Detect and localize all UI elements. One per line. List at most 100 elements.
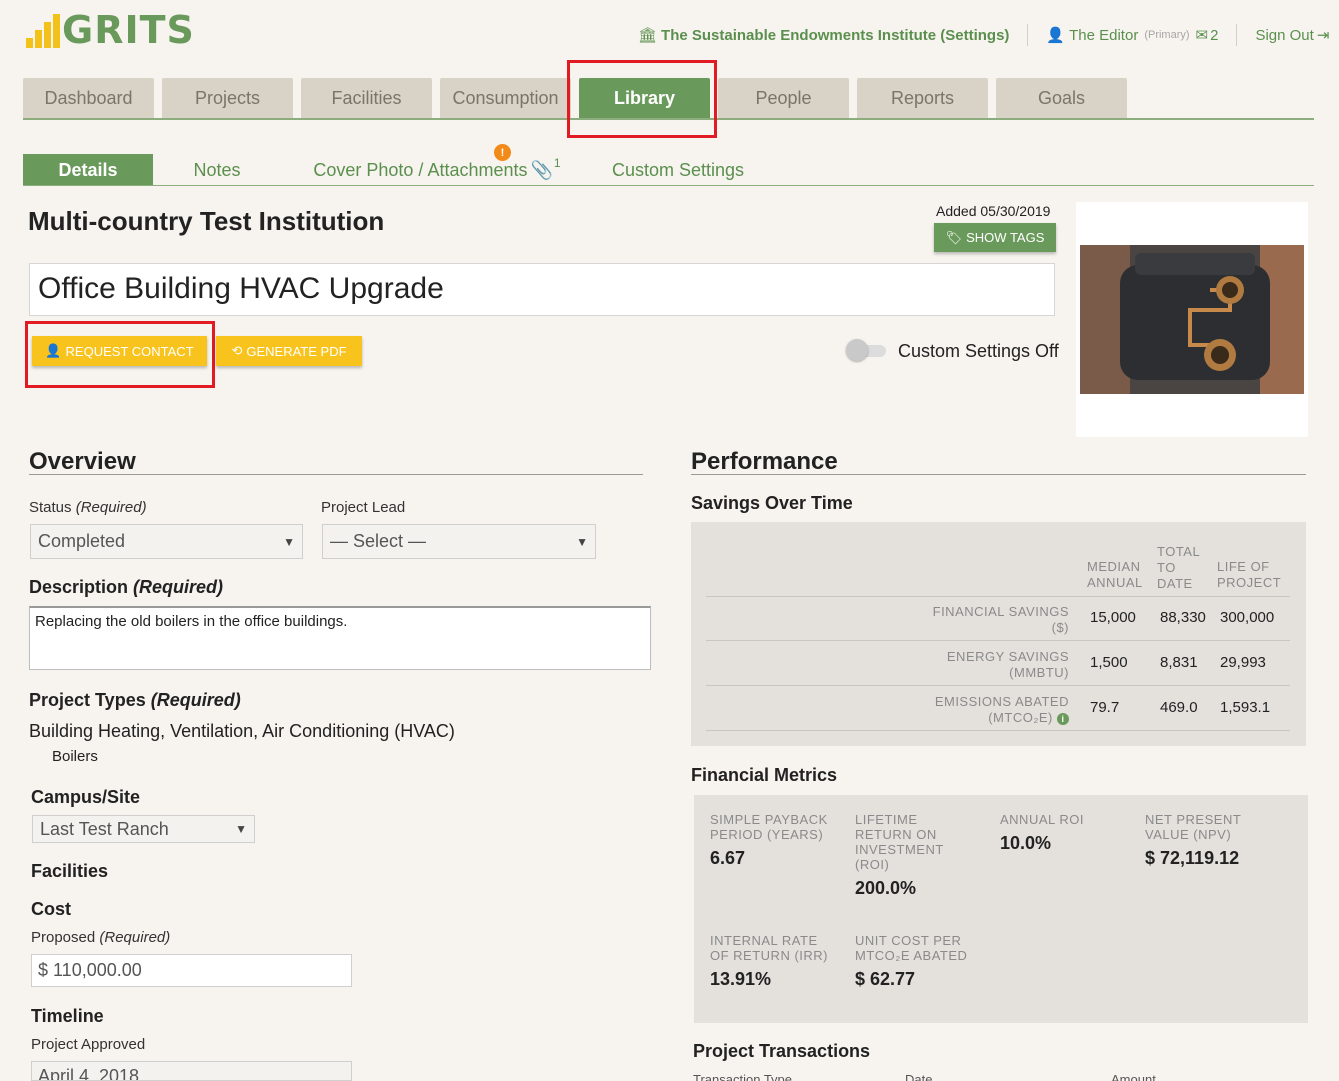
facilities-label: Facilities (31, 861, 109, 881)
logo-text: GRITS (62, 8, 195, 52)
generate-pdf-button[interactable]: ⟲ GENERATE PDF (216, 336, 362, 366)
transactions-header: Transaction Type Date Amount (693, 1072, 1308, 1081)
performance-title: Performance (691, 448, 838, 475)
refresh-icon: ⟲ (231, 343, 243, 358)
project-types-label: Project Types (Required) (29, 690, 241, 710)
financial-metrics-panel: SIMPLE PAYBACK PERIOD (YEARS) 6.67 LIFETI… (694, 795, 1308, 1023)
savings-over-time-title: Savings Over Time (691, 493, 853, 513)
proposed-label: Proposed (Required) (31, 929, 171, 946)
energy-savings-total: 8,831 (1160, 654, 1198, 671)
emissions-abated-median: 79.7 (1090, 699, 1120, 716)
tab-dashboard[interactable]: Dashboard (23, 78, 154, 118)
status-label: Status (Required) (29, 499, 147, 516)
financial-metrics-title: Financial Metrics (691, 765, 838, 785)
attachments-count: 1 (553, 156, 561, 170)
chevron-down-icon: ▼ (235, 822, 247, 836)
metric-simple-payback: SIMPLE PAYBACK PERIOD (YEARS) 6.67 (710, 812, 828, 868)
show-tags-label: SHOW TAGS (966, 230, 1045, 245)
chevron-down-icon: ▼ (283, 534, 295, 549)
tab-reports[interactable]: Reports (857, 78, 988, 118)
subtab-notes[interactable]: Notes (153, 154, 281, 186)
sub-tabs-underline (23, 185, 1314, 186)
description-textarea[interactable]: Replacing the old boilers in the office … (29, 606, 651, 670)
metric-irr: INTERNAL RATE OF RETURN (IRR) 13.91% (710, 933, 828, 989)
financial-savings-label: FINANCIAL SAVINGS ($) (932, 604, 1069, 635)
subtab-attachments[interactable]: Cover Photo / Attachments 📎 1 ! (281, 144, 593, 186)
status-value: Completed (38, 531, 126, 551)
project-lead-label: Project Lead (321, 499, 406, 516)
campus-value: Last Test Ranch (40, 818, 169, 839)
energy-savings-label: ENERGY SAVINGS (MMBTU) (946, 649, 1069, 680)
message-count[interactable]: 2 (1210, 27, 1218, 44)
library-tab-highlight (567, 60, 717, 138)
campus-label: Campus/Site (31, 787, 141, 807)
col-total-to-date: TOTAL TO DATE (1157, 544, 1201, 591)
cover-photo-card (1076, 202, 1308, 437)
col-date: Date (905, 1072, 933, 1081)
request-contact-highlight (25, 321, 215, 388)
user-name-link[interactable]: The Editor (1069, 27, 1138, 44)
col-amount: Amount (1111, 1072, 1156, 1081)
row-divider (706, 685, 1290, 686)
row-divider (706, 596, 1290, 597)
subtab-attachments-label: Cover Photo / Attachments (313, 159, 528, 180)
info-icon[interactable]: i (1057, 712, 1069, 725)
tab-facilities[interactable]: Facilities (301, 78, 432, 118)
chevron-down-icon: ▼ (576, 534, 588, 549)
grits-logo[interactable]: GRITS (26, 8, 195, 52)
tab-people[interactable]: People (718, 78, 849, 118)
logo-bars-icon (26, 14, 60, 48)
envelope-icon[interactable]: ✉ (1196, 26, 1209, 44)
project-lead-value: — Select — (330, 531, 427, 551)
proposed-cost-input[interactable]: $ 110,000.00 (31, 954, 352, 987)
status-select[interactable]: Completed ▼ (30, 524, 303, 559)
overview-divider (29, 474, 643, 475)
project-type-value: Building Heating, Ventilation, Air Condi… (29, 721, 455, 741)
cost-label: Cost (31, 899, 71, 919)
col-median-annual: MEDIAN ANNUAL (1087, 559, 1143, 590)
user-icon: 👤 (1046, 27, 1066, 44)
tab-consumption[interactable]: Consumption (440, 78, 571, 118)
subtab-details[interactable]: Details (23, 154, 153, 186)
savings-table: MEDIAN ANNUAL TOTAL TO DATE LIFE OF PROJECT … (691, 522, 1306, 746)
tab-goals[interactable]: Goals (996, 78, 1127, 118)
sign-out-link[interactable]: Sign Out (1255, 27, 1313, 44)
project-lead-select[interactable]: — Select — ▼ (322, 524, 596, 559)
project-title-input[interactable]: Office Building HVAC Upgrade (29, 263, 1055, 316)
metric-unit-cost: UNIT COST PER MTCO₂E ABATED $ 62.77 (855, 933, 968, 989)
subtab-custom-settings[interactable]: Custom Settings (593, 154, 763, 186)
campus-select[interactable]: Last Test Ranch ▼ (32, 815, 255, 843)
financial-savings-life: 300,000 (1220, 609, 1275, 626)
sub-tabs: Details Notes Cover Photo / Attachments … (23, 144, 763, 186)
top-nav: 🏛 The Sustainable Endowments Institute (… (638, 24, 1329, 46)
project-approved-label: Project Approved (31, 1036, 146, 1053)
col-life-of-project: LIFE OF PROJECT (1217, 559, 1282, 590)
row-divider (706, 730, 1290, 731)
tab-projects[interactable]: Projects (162, 78, 293, 118)
tag-icon: 🏷 (945, 229, 963, 245)
generate-pdf-label: GENERATE PDF (246, 343, 347, 359)
cover-photo[interactable] (1080, 245, 1304, 394)
emissions-abated-total: 469.0 (1160, 699, 1198, 716)
institution-settings-link[interactable]: The Sustainable Endowments Institute (Se… (661, 27, 1009, 44)
energy-savings-life: 29,993 (1220, 654, 1266, 671)
financial-savings-total: 88,330 (1160, 609, 1206, 626)
energy-savings-median: 1,500 (1090, 654, 1128, 671)
show-tags-button[interactable]: 🏷 SHOW TAGS (934, 223, 1056, 252)
user-role: (Primary) (1144, 29, 1190, 41)
sign-out-icon[interactable]: ⇥ (1317, 26, 1330, 44)
metric-annual-roi: ANNUAL ROI 10.0% (1000, 812, 1084, 853)
performance-divider (691, 474, 1306, 475)
col-transaction-type: Transaction Type (693, 1072, 792, 1081)
custom-settings-toggle[interactable] (846, 339, 886, 361)
emissions-abated-label: EMISSIONS ABATED (MTCO₂E) i (934, 694, 1069, 725)
project-transactions-title: Project Transactions (693, 1041, 871, 1061)
added-date: Added 05/30/2019 (936, 203, 1051, 219)
timeline-label: Timeline (31, 1006, 104, 1026)
emissions-abated-life: 1,593.1 (1220, 699, 1271, 716)
project-approved-input[interactable]: April 4, 2018 (31, 1061, 352, 1081)
row-divider (706, 640, 1290, 641)
financial-savings-median: 15,000 (1090, 609, 1136, 626)
description-label: Description (Required) (29, 577, 224, 597)
project-subtype-value: Boilers (52, 748, 98, 765)
